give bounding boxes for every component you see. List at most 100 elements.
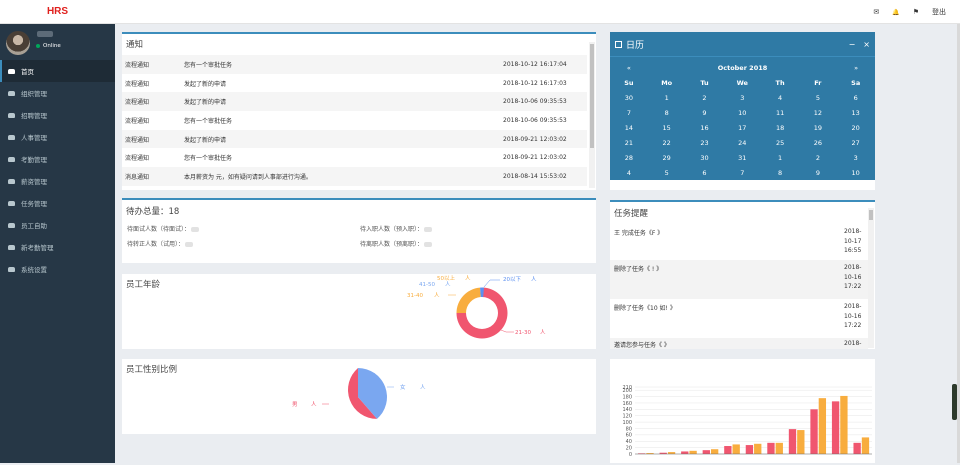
bar[interactable] <box>810 409 818 454</box>
bar[interactable] <box>775 442 783 454</box>
table-row[interactable]: 流程通知 您有一个审批任务 2018-09-21 12:03:02 <box>122 148 587 167</box>
calendar-day[interactable]: 5 <box>799 94 837 102</box>
prev-month-button[interactable]: « <box>610 64 648 72</box>
calendar-day[interactable]: 6 <box>686 169 724 177</box>
sidebar-item-selfservice[interactable]: 员工自助 <box>0 214 115 236</box>
bar[interactable] <box>818 398 827 454</box>
calendar-day[interactable]: 3 <box>837 154 875 162</box>
bar[interactable] <box>732 444 740 454</box>
calendar-day[interactable]: 20 <box>837 124 875 132</box>
calendar-day[interactable]: 26 <box>799 139 837 147</box>
calendar-day[interactable]: 10 <box>837 169 875 177</box>
calendar-day[interactable]: 17 <box>723 124 761 132</box>
calendar-day[interactable]: 13 <box>837 109 875 117</box>
calendar-day[interactable]: 3 <box>723 94 761 102</box>
svg-text:人: 人 <box>465 275 471 282</box>
calendar-day[interactable]: 29 <box>648 154 686 162</box>
bar[interactable] <box>840 395 848 454</box>
close-icon[interactable]: × <box>863 40 870 49</box>
sidebar-item-home[interactable]: 首页 <box>0 60 115 82</box>
sidebar-item-recruit[interactable]: 招聘管理 <box>0 104 115 126</box>
next-month-button[interactable]: » <box>837 64 875 72</box>
calendar-month[interactable]: October 2018 <box>648 64 837 72</box>
calendar-day[interactable]: 19 <box>799 124 837 132</box>
sidebar-item-attendance[interactable]: 考勤管理 <box>0 148 115 170</box>
bar[interactable] <box>681 451 689 454</box>
task-scrollbar[interactable] <box>868 208 874 348</box>
logout-button[interactable]: 登出 <box>932 7 946 17</box>
calendar-day[interactable]: 9 <box>799 169 837 177</box>
bar[interactable] <box>767 442 775 454</box>
bar[interactable] <box>754 443 762 454</box>
brand-logo[interactable]: HRS <box>0 0 115 24</box>
calendar-day[interactable]: 6 <box>837 94 875 102</box>
calendar-day[interactable]: 8 <box>648 109 686 117</box>
user-panel: Online <box>0 24 115 60</box>
calendar-day[interactable]: 2 <box>799 154 837 162</box>
side-handle[interactable] <box>952 384 957 420</box>
calendar-day[interactable]: 21 <box>610 139 648 147</box>
table-row[interactable]: 流程通知 您有一个审批任务 2018-10-06 09:35:53 <box>122 111 587 130</box>
table-row[interactable]: 流程通知 发起了新的申请 2018-10-06 09:35:53 <box>122 92 587 112</box>
list-item[interactable]: 删除了任务《10 如! 》 2018- 10-16 17:22 <box>610 299 868 338</box>
sidebar-item-org[interactable]: 组织管理 <box>0 82 115 104</box>
gender-label-female: 女 <box>400 383 406 391</box>
calendar-day[interactable]: 30 <box>610 94 648 102</box>
sidebar-item-new-attendance[interactable]: 新考勤管理 <box>0 236 115 258</box>
calendar-day[interactable]: 11 <box>761 109 799 117</box>
calendar-day[interactable]: 30 <box>686 154 724 162</box>
bar[interactable] <box>710 449 719 454</box>
bell-icon[interactable]: 🔔 <box>892 9 899 16</box>
calendar-day[interactable]: 4 <box>761 94 799 102</box>
calendar-day[interactable]: 2 <box>686 94 724 102</box>
bar[interactable] <box>745 445 754 454</box>
sidebar-item-personnel[interactable]: 人事管理 <box>0 126 115 148</box>
y-tick-label: 80 <box>626 426 632 432</box>
calendar-icon <box>615 40 622 48</box>
table-row[interactable]: 流程通知 您有一个审批任务 2018-10-12 16:17:04 <box>122 55 587 74</box>
collapse-button[interactable]: − <box>849 40 856 49</box>
calendar-day[interactable]: 9 <box>686 109 724 117</box>
list-item[interactable]: 王 完成任务《F 》 2018- 10-17 16:55 <box>610 224 868 260</box>
bar[interactable] <box>831 401 840 454</box>
calendar-day[interactable]: 22 <box>648 139 686 147</box>
bar[interactable] <box>702 450 710 454</box>
calendar-day[interactable]: 7 <box>610 109 648 117</box>
list-item[interactable]: 邀请您参与任务《 》 2018- <box>610 338 868 349</box>
mail-icon[interactable]: ✉ <box>873 8 879 16</box>
bar[interactable] <box>788 429 797 454</box>
notice-scrollbar[interactable] <box>589 42 595 188</box>
table-row[interactable]: 流程通知 发起了新的申请 2018-10-12 16:17:03 <box>122 74 587 93</box>
calendar-day[interactable]: 7 <box>723 169 761 177</box>
calendar-day[interactable]: 1 <box>648 94 686 102</box>
calendar-day[interactable]: 1 <box>761 154 799 162</box>
calendar-day[interactable]: 12 <box>799 109 837 117</box>
calendar-day[interactable]: 15 <box>648 124 686 132</box>
bar[interactable] <box>689 450 697 454</box>
calendar-day[interactable]: 10 <box>723 109 761 117</box>
calendar-day[interactable]: 23 <box>686 139 724 147</box>
table-row[interactable]: 消息通知 本月薪资为 元，如有疑问请到人事部进行沟通。 2018-08-14 15:… <box>122 167 587 186</box>
sidebar-item-tasks[interactable]: 任务管理 <box>0 192 115 214</box>
sidebar-item-salary[interactable]: 薪资管理 <box>0 170 115 192</box>
calendar-day[interactable]: 14 <box>610 124 648 132</box>
calendar-day[interactable]: 25 <box>761 139 799 147</box>
calendar-day[interactable]: 27 <box>837 139 875 147</box>
calendar-day[interactable]: 4 <box>610 169 648 177</box>
sidebar-item-settings[interactable]: 系统设置 <box>0 258 115 280</box>
calendar-day[interactable]: 18 <box>761 124 799 132</box>
calendar-day[interactable]: 16 <box>686 124 724 132</box>
calendar-day[interactable]: 5 <box>648 169 686 177</box>
calendar-day[interactable]: 24 <box>723 139 761 147</box>
bar[interactable] <box>853 442 861 454</box>
bar[interactable] <box>724 446 732 454</box>
calendar-day[interactable]: 28 <box>610 154 648 162</box>
list-item[interactable]: 删除了任务《 ! 》 2018- 10-16 17:22 <box>610 260 868 299</box>
calendar-day[interactable]: 31 <box>723 154 761 162</box>
bar[interactable] <box>861 437 870 454</box>
calendar-day[interactable]: 8 <box>761 169 799 177</box>
table-row[interactable]: 流程通知 发起了新的申请 2018-09-21 12:03:02 <box>122 129 587 149</box>
bar[interactable] <box>797 430 805 454</box>
flag-icon[interactable]: ⚑ <box>913 8 919 16</box>
age-label-21-30: 21-30 <box>515 330 531 336</box>
